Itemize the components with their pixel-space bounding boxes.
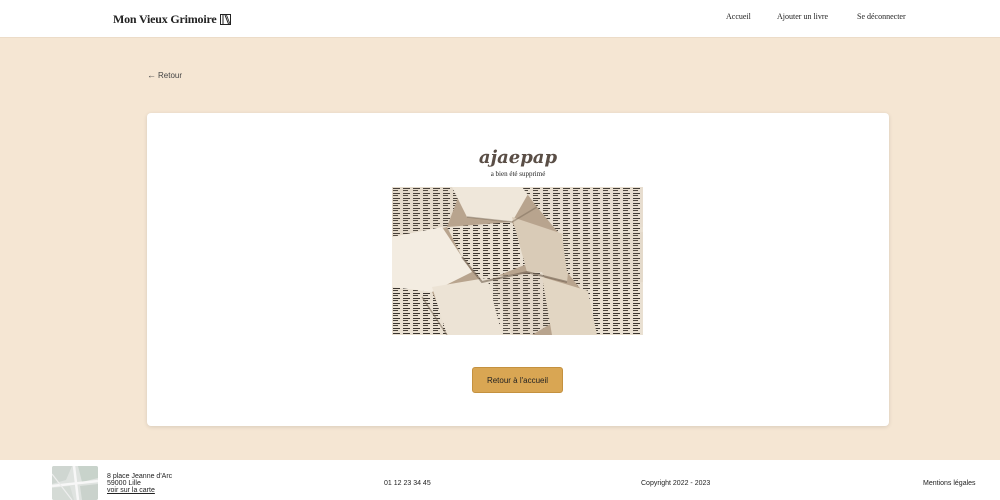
footer-address: 8 place Jeanne d'Arc 59000 Lille voir su… (107, 473, 172, 494)
footer: 8 place Jeanne d'Arc 59000 Lille voir su… (0, 460, 1000, 500)
deletion-status-text: a bien été supprimé (490, 170, 546, 178)
address-line-city: 59000 Lille (107, 480, 141, 487)
top-header: Mon Vieux Grimoire Accueil Ajouter un li… (0, 0, 1000, 38)
back-link-label: Retour (158, 70, 183, 80)
footer-phone: 01 12 23 34 45 (384, 480, 431, 487)
arrow-left-icon: ← (147, 70, 156, 80)
nav-link-home[interactable]: Accueil (726, 11, 751, 23)
footer-copyright: Copyright 2022 - 2023 (641, 480, 711, 487)
logo-book-icon (219, 13, 231, 25)
book-title: ajaepap (478, 147, 558, 168)
map-link[interactable]: voir sur la carte (107, 487, 155, 494)
address-line-street: 8 place Jeanne d'Arc (107, 473, 173, 480)
crumpled-pages-image (392, 187, 643, 335)
map-thumbnail[interactable] (52, 466, 98, 500)
site-logo[interactable]: Mon Vieux Grimoire (113, 11, 231, 27)
legal-notice-link[interactable]: Mentions légales (923, 480, 976, 487)
return-home-button[interactable]: Retour à l'accueil (472, 367, 563, 393)
logo-text: Mon Vieux Grimoire (113, 11, 217, 26)
nav-link-add-book[interactable]: Ajouter un livre (777, 11, 828, 23)
nav-link-logout[interactable]: Se déconnecter (857, 11, 906, 23)
deletion-confirmation-card: ajaepap a bien été supprimé Retour à l'a… (147, 113, 889, 426)
back-link[interactable]: ← Retour (147, 70, 182, 80)
